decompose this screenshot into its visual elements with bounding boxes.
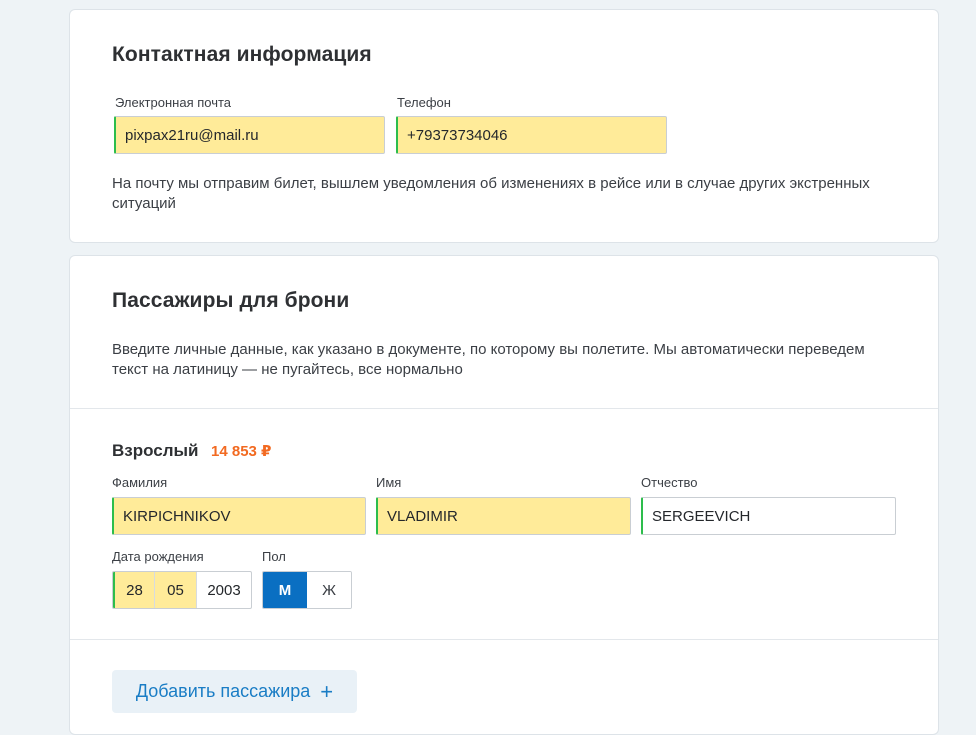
- plus-icon: +: [320, 678, 334, 704]
- add-passenger-label: Добавить пассажира: [135, 681, 311, 701]
- passengers-hint: Введите личные данные, как указано в док…: [112, 341, 865, 378]
- birthdate-input-group: 28 05 2003: [112, 571, 252, 609]
- passengers-title: Пассажиры для брони: [112, 289, 350, 312]
- surname-label: Фамилия: [112, 475, 168, 490]
- patronymic-field[interactable]: SERGEEVICH: [641, 497, 896, 535]
- surname-field[interactable]: KIRPICHNIKOV: [112, 497, 366, 535]
- name-label: Имя: [376, 475, 402, 490]
- phone-label: Телефон: [397, 95, 451, 110]
- birthdate-label: Дата рождения: [112, 549, 204, 564]
- birth-day-field[interactable]: 28: [113, 572, 155, 608]
- gender-toggle: М Ж: [262, 571, 352, 609]
- passenger-price: 14 853 ₽: [211, 443, 272, 460]
- gender-female-button[interactable]: Ж: [307, 572, 351, 608]
- birth-year-field[interactable]: 2003: [197, 572, 251, 608]
- passengers-card: Пассажиры для брони Введите личные данны…: [69, 255, 939, 735]
- name-field[interactable]: VLADIMIR: [376, 497, 631, 535]
- divider: [70, 639, 938, 640]
- contact-hint: На почту мы отправим билет, вышлем уведо…: [112, 175, 870, 212]
- gender-label: Пол: [262, 549, 286, 564]
- birth-month-field[interactable]: 05: [155, 572, 197, 608]
- patronymic-label: Отчество: [641, 475, 698, 490]
- passenger-type: Взрослый: [112, 441, 199, 460]
- contact-info-card: Контактная информация Электронная почта …: [69, 9, 939, 243]
- email-field[interactable]: pixpax21ru@mail.ru: [114, 116, 385, 154]
- phone-field[interactable]: +79373734046: [396, 116, 667, 154]
- email-label: Электронная почта: [115, 95, 232, 110]
- gender-male-button[interactable]: М: [263, 572, 307, 608]
- divider: [70, 408, 938, 409]
- contact-title: Контактная информация: [112, 43, 372, 66]
- add-passenger-button[interactable]: Добавить пассажира +: [112, 670, 357, 713]
